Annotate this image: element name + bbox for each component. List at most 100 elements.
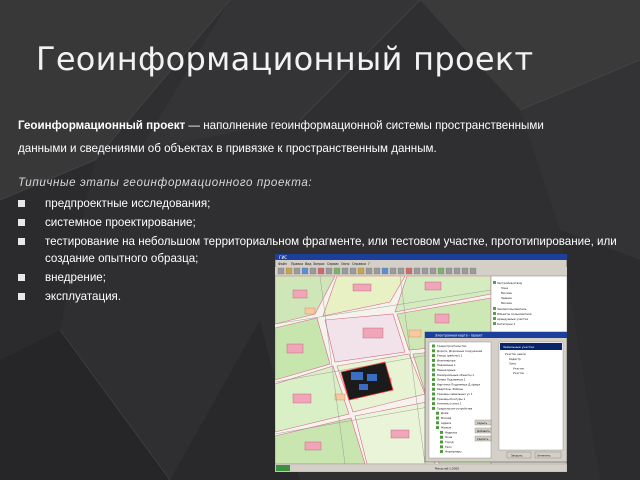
dialog-layer-item[interactable]: Формуляры bbox=[445, 450, 461, 454]
tool-button[interactable] bbox=[445, 267, 453, 275]
tool-button[interactable] bbox=[389, 267, 397, 275]
tool-button[interactable] bbox=[285, 267, 293, 275]
dialog-layer-item[interactable]: Градостроит-устройства bbox=[437, 406, 473, 410]
definition-text-1: наполнение геоинформационной системы про… bbox=[203, 119, 544, 132]
dialog-layer-item[interactable]: Москва bbox=[441, 416, 452, 420]
dialog-title: Электронная карта - проект bbox=[435, 334, 483, 338]
dialog-button-label: Добавить bbox=[477, 429, 491, 433]
dialog-layer-item[interactable]: Коммунальные объекты 1 bbox=[437, 373, 474, 377]
toolbar bbox=[275, 267, 567, 276]
menu-item[interactable]: Вид bbox=[305, 262, 312, 266]
dialog-layer-item[interactable]: Инженерные bbox=[437, 358, 456, 362]
menu-item[interactable]: Справка bbox=[352, 262, 366, 266]
stage-text: внедрение; bbox=[45, 271, 106, 284]
menu-item[interactable]: Файл bbox=[278, 262, 287, 266]
tool-button[interactable] bbox=[349, 267, 357, 275]
slide-title: Геоинформационный проект bbox=[36, 40, 534, 78]
tool-button[interactable] bbox=[437, 267, 445, 275]
dialog-layer-item[interactable]: Кварталы, Районы bbox=[437, 387, 463, 391]
dialog-right-item[interactable]: Участок bbox=[513, 371, 525, 375]
project-dialog: Электронная карта - проект Градостроител… bbox=[424, 331, 567, 463]
dialog-right-title: Земельные участки bbox=[503, 345, 534, 349]
menu-item[interactable]: Правка bbox=[291, 262, 303, 266]
tool-button[interactable] bbox=[293, 267, 301, 275]
tool-button[interactable] bbox=[421, 267, 429, 275]
tool-button[interactable] bbox=[381, 267, 389, 275]
tool-button[interactable] bbox=[365, 267, 373, 275]
menu-item[interactable]: Сервис bbox=[327, 262, 339, 266]
tool-button[interactable] bbox=[317, 267, 325, 275]
menu-item[interactable]: ? bbox=[368, 262, 370, 266]
status-text: Масштаб 1:2000 bbox=[435, 467, 459, 471]
dialog-layer-item[interactable]: Улицы (районы) 1 bbox=[437, 354, 462, 358]
stage-text: предпроектные исследования; bbox=[45, 197, 211, 210]
bullet-icon bbox=[18, 274, 25, 281]
dialog-layer-item[interactable]: Карточки Подземных Д.сфера bbox=[437, 382, 480, 386]
tool-button[interactable] bbox=[461, 267, 469, 275]
dialog-layer-item[interactable]: Антенны (сети) 1 bbox=[437, 402, 462, 406]
layer-item[interactable]: Застройка/отвод bbox=[497, 281, 522, 285]
dialog-layer-item[interactable]: Границы земельных уч 1 bbox=[437, 392, 473, 396]
dialog-layer-item[interactable]: Дома bbox=[441, 411, 449, 415]
dialog-layer-item[interactable]: Границы Контуры 1 bbox=[437, 397, 465, 401]
definition-paragraph: Геоинформационный проект — наполнение ге… bbox=[18, 114, 618, 160]
dialog-right-item[interactable]: Участок bbox=[513, 366, 525, 370]
dialog-layer-item[interactable]: Жилые bbox=[441, 426, 451, 430]
tool-button[interactable] bbox=[429, 267, 437, 275]
dialog-layer-item[interactable]: Город bbox=[445, 440, 454, 444]
app-title: ГИС bbox=[279, 255, 287, 260]
tool-button[interactable] bbox=[301, 267, 309, 275]
tool-button[interactable] bbox=[325, 267, 333, 275]
dialog-button-label: Скрыть bbox=[477, 421, 488, 425]
dialog-layer-item[interactable]: Адреса bbox=[441, 421, 452, 425]
tool-button[interactable] bbox=[277, 267, 285, 275]
layer-item[interactable]: Арендуемые участки bbox=[497, 317, 528, 321]
dialog-right-item[interactable]: Зона bbox=[509, 362, 516, 366]
dialog-layer-item[interactable]: Линии Подземные 1 bbox=[437, 378, 466, 382]
gis-screenshot: ГИС Файл Правка Вид Запрос Сервис Окно С… bbox=[275, 254, 567, 472]
dialog-layer-item[interactable]: Пешеходные bbox=[437, 368, 456, 372]
stage-text: эксплуатация. bbox=[45, 290, 122, 303]
tool-button[interactable] bbox=[373, 267, 381, 275]
tool-button[interactable] bbox=[397, 267, 405, 275]
bullet-icon bbox=[18, 219, 25, 226]
stage-item: предпроектные исследования; bbox=[18, 195, 618, 212]
layer-item[interactable]: Москва bbox=[501, 291, 512, 295]
dialog-layer-item[interactable]: Градостроительство bbox=[437, 344, 467, 348]
bullet-icon bbox=[18, 200, 25, 207]
status-bar: Масштаб 1:2000 bbox=[275, 463, 567, 472]
tool-button[interactable] bbox=[469, 267, 477, 275]
app-titlebar bbox=[275, 254, 567, 260]
stages-heading: Типичные этапы геоинформационного проект… bbox=[18, 176, 313, 189]
menu-item[interactable]: Окно bbox=[341, 262, 350, 266]
tool-button[interactable] bbox=[453, 267, 461, 275]
layer-item[interactable]: Объекты пользователя bbox=[497, 312, 532, 316]
dialog-layer-item[interactable]: Тело bbox=[444, 445, 452, 449]
dialog-layer-item[interactable]: Дороги, Дорожные сооружения bbox=[437, 349, 483, 353]
layer-item[interactable]: Здание bbox=[501, 296, 512, 300]
dialog-layer-item[interactable]: Надземные 1 bbox=[437, 363, 456, 367]
dialog-button-label: Закрыть bbox=[511, 453, 523, 457]
menu-item[interactable]: Запрос bbox=[313, 262, 325, 266]
tool-button[interactable] bbox=[413, 267, 421, 275]
dialog-button-label: Отменить bbox=[537, 453, 551, 457]
layer-item[interactable]: Москва bbox=[501, 301, 512, 305]
tool-button[interactable] bbox=[333, 267, 341, 275]
definition-term: Геоинформационный проект bbox=[18, 119, 186, 132]
tool-button[interactable] bbox=[341, 267, 349, 275]
tool-button[interactable] bbox=[357, 267, 365, 275]
dialog-layer-item[interactable]: Надписи bbox=[445, 430, 458, 434]
layer-item[interactable]: Землепользователь bbox=[497, 307, 527, 311]
tool-button[interactable] bbox=[309, 267, 317, 275]
definition-dash: — bbox=[185, 119, 204, 132]
dialog-button-label: Удалить bbox=[477, 437, 489, 441]
layer-item[interactable]: Зона bbox=[501, 286, 508, 290]
stage-item: системное проектирование; bbox=[18, 214, 618, 231]
dialog-right-item[interactable]: Участок земли bbox=[505, 352, 526, 356]
dialog-layer-item[interactable]: Окна bbox=[445, 435, 452, 439]
layer-item[interactable]: Категории 1 bbox=[497, 322, 516, 326]
bullet-icon bbox=[18, 238, 25, 245]
start-button[interactable] bbox=[276, 465, 290, 471]
tool-button[interactable] bbox=[405, 267, 413, 275]
dialog-right-item[interactable]: Кадастр bbox=[509, 357, 521, 361]
